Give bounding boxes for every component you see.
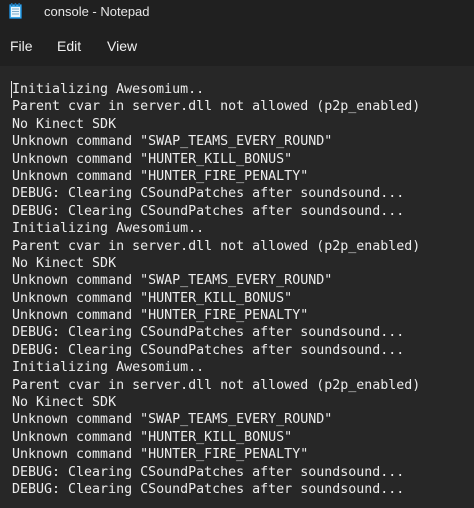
text-line: Unknown command "HUNTER_FIRE_PENALTY" <box>12 447 309 463</box>
menu-view[interactable]: View <box>107 38 137 54</box>
text-line: No Kinect SDK <box>12 395 117 411</box>
text-line: DEBUG: Clearing CSoundPatches after soun… <box>12 203 405 219</box>
text-line: Unknown command "HUNTER_FIRE_PENALTY" <box>12 308 309 324</box>
text-line: Unknown command "HUNTER_KILL_BONUS" <box>12 151 293 167</box>
text-line: DEBUG: Clearing CSoundPatches after soun… <box>12 481 405 497</box>
text-line: Unknown command "HUNTER_KILL_BONUS" <box>12 429 293 445</box>
text-line: Initializing Awesomium.. <box>12 221 205 237</box>
text-line: Parent cvar in server.dll not allowed (p… <box>12 238 421 254</box>
text-line: Unknown command "SWAP_TEAMS_EVERY_ROUND" <box>12 134 333 150</box>
text-line: Unknown command "HUNTER_FIRE_PENALTY" <box>12 168 309 184</box>
text-line: Unknown command "SWAP_TEAMS_EVERY_ROUND" <box>12 273 333 289</box>
text-line: Unknown command "HUNTER_KILL_BONUS" <box>12 290 293 306</box>
menu-file[interactable]: File <box>10 38 33 54</box>
text-line: Initializing Awesomium.. <box>12 82 205 97</box>
text-line: DEBUG: Clearing CSoundPatches after soun… <box>12 186 405 202</box>
text-line: DEBUG: Clearing CSoundPatches after soun… <box>12 464 405 480</box>
text-line: Parent cvar in server.dll not allowed (p… <box>12 99 421 115</box>
window-title: console - Notepad <box>44 4 150 19</box>
notepad-window: console - Notepad File Edit View Initial… <box>0 0 474 508</box>
notepad-icon <box>9 3 22 19</box>
editor-text[interactable]: Initializing Awesomium.. Parent cvar in … <box>12 81 420 498</box>
text-line: DEBUG: Clearing CSoundPatches after soun… <box>12 342 405 358</box>
text-line: DEBUG: Clearing CSoundPatches after soun… <box>12 325 405 341</box>
menu-edit[interactable]: Edit <box>57 38 81 54</box>
menu-bar: File Edit View <box>0 30 474 64</box>
text-line: Parent cvar in server.dll not allowed (p… <box>12 377 421 393</box>
text-line: No Kinect SDK <box>12 116 117 132</box>
text-line: No Kinect SDK <box>12 255 117 271</box>
title-bar[interactable]: console - Notepad <box>0 0 474 28</box>
text-line: Unknown command "SWAP_TEAMS_EVERY_ROUND" <box>12 412 333 428</box>
text-line: Initializing Awesomium.. <box>12 360 205 376</box>
